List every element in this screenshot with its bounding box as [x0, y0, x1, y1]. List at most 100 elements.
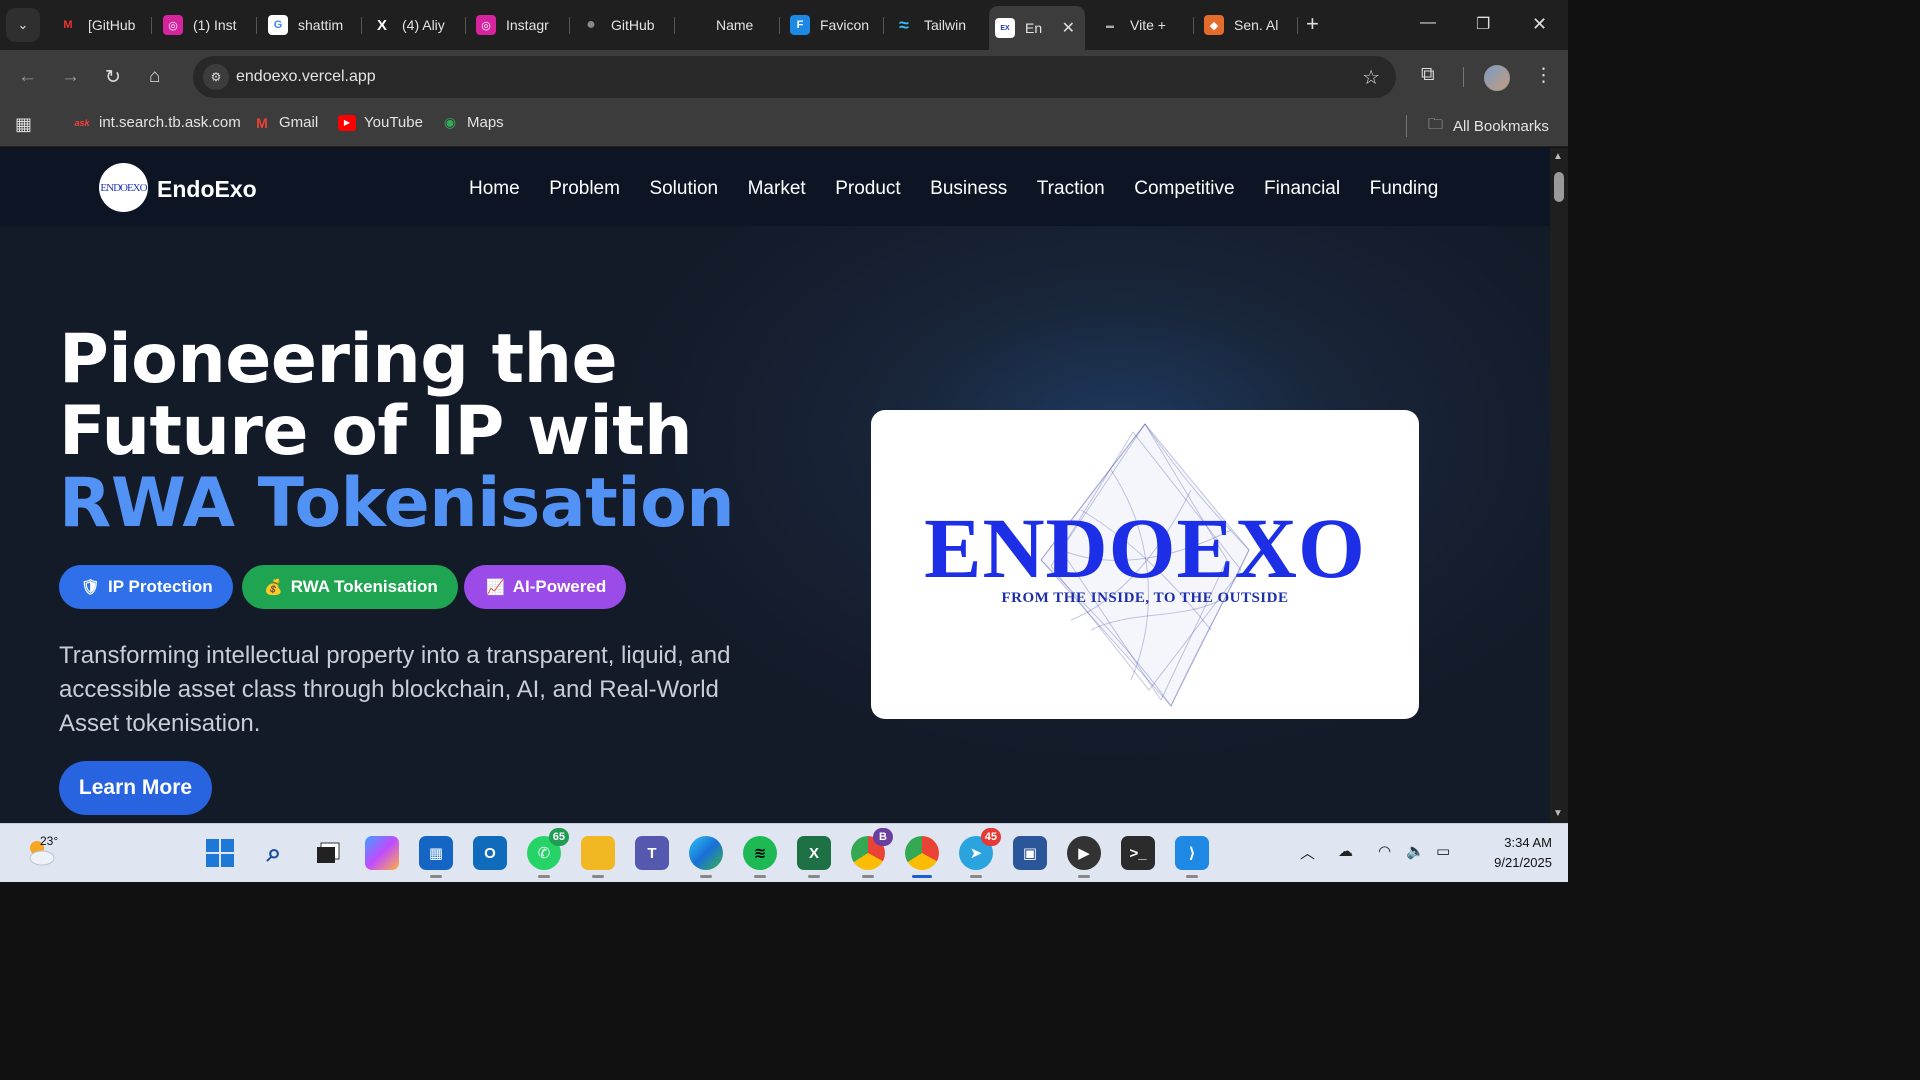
nav-funding[interactable]: Funding [1370, 178, 1439, 200]
tab-google-search[interactable]: G shattim [262, 8, 362, 42]
file-explorer-icon[interactable] [581, 836, 615, 878]
learn-more-button[interactable]: Learn More [59, 761, 212, 815]
pill-label: IP Protection [108, 577, 213, 596]
remote-desktop-icon[interactable]: ▣ [1013, 836, 1047, 870]
tab-x[interactable]: X (4) Aliy [366, 8, 466, 42]
bookmark-maps[interactable]: ◉ Maps [441, 114, 504, 131]
profile-avatar[interactable] [1484, 65, 1510, 91]
whatsapp-icon[interactable]: ✆ 65 [527, 828, 569, 878]
home-icon[interactable]: ⌂ [149, 66, 160, 88]
vscode-icon[interactable]: ⟩ [1175, 836, 1209, 878]
tab-name[interactable]: Name [680, 8, 780, 42]
url-text[interactable]: endoexo.vercel.app [236, 68, 376, 86]
nav-traction[interactable]: Traction [1037, 178, 1105, 200]
spotify-icon[interactable]: ≋ [743, 836, 777, 878]
close-window-icon[interactable]: ✕ [1532, 14, 1547, 35]
nav-problem[interactable]: Problem [549, 178, 620, 200]
tab-label: Tailwin [924, 17, 967, 33]
tailwind-favicon-icon: ≈ [894, 15, 914, 35]
tab-favicon[interactable]: F Favicon [784, 8, 884, 42]
search-icon[interactable]: ⌕ [257, 836, 291, 870]
tab-label: Instagr [506, 17, 549, 33]
tab-instagram-2[interactable]: ◎ Instagr [470, 8, 570, 42]
nav-solution[interactable]: Solution [649, 178, 718, 200]
onedrive-cloud-icon[interactable]: ☁ [1338, 842, 1353, 860]
chrome-active-icon[interactable] [905, 836, 939, 878]
pill-rwa-tokenisation: 💰 RWA Tokenisation [242, 565, 458, 609]
tab-instagram-1[interactable]: ◎ (1) Inst [157, 8, 257, 42]
media-player-icon[interactable]: ▶ [1067, 836, 1101, 878]
volume-icon[interactable]: 🔈 [1406, 842, 1425, 860]
edge-icon[interactable] [689, 836, 723, 878]
tab-tailwind[interactable]: ≈ Tailwin [888, 8, 988, 42]
site-brand[interactable]: EndoExo [157, 176, 257, 203]
copilot-icon[interactable] [365, 836, 399, 870]
tab-label: Sen. Al [1234, 17, 1279, 33]
microsoft-store-icon[interactable]: ▦ [419, 836, 453, 878]
restore-icon[interactable]: ❐ [1476, 14, 1490, 34]
battery-icon[interactable]: ▭ [1436, 842, 1450, 860]
scroll-up-arrow-icon[interactable]: ▲ [1553, 151, 1563, 162]
favicon-generator-icon: F [790, 15, 810, 35]
new-tab-plus-icon[interactable]: + [1306, 13, 1319, 35]
scrollbar-thumb[interactable] [1554, 172, 1564, 202]
forward-arrow-icon[interactable]: → [61, 66, 80, 88]
chevron-down-icon: ⌄ [17, 17, 29, 32]
nav-financial[interactable]: Financial [1264, 178, 1340, 200]
minimize-icon[interactable]: — [1420, 14, 1436, 32]
nav-market[interactable]: Market [748, 178, 806, 200]
telegram-badge: 45 [980, 828, 1001, 846]
telegram-icon[interactable]: ➤ 45 [959, 828, 1001, 878]
excel-icon[interactable]: X [797, 836, 831, 878]
tab-label: En [1025, 20, 1043, 36]
toolbar-divider [1463, 67, 1464, 87]
tab-vite[interactable]: ▬ Vite + [1094, 8, 1194, 42]
windows-start-icon[interactable] [203, 836, 237, 870]
nav-product[interactable]: Product [835, 178, 900, 200]
wifi-icon[interactable]: ◠ [1378, 842, 1391, 860]
bookmark-ask[interactable]: ask int.search.tb.ask.com [73, 114, 240, 131]
close-tab-icon[interactable]: ✕ [1062, 18, 1075, 38]
pill-label: RWA Tokenisation [290, 577, 438, 596]
nav-home[interactable]: Home [469, 178, 520, 200]
scroll-down-arrow-icon[interactable]: ▼ [1553, 808, 1563, 819]
card-wordmark: ENDOEXO [924, 500, 1366, 596]
apps-grid-icon[interactable]: ▦ [15, 114, 32, 135]
tab-sen[interactable]: ◆ Sen. Al [1198, 8, 1298, 42]
bookmark-youtube[interactable]: ▶ YouTube [338, 114, 423, 131]
page-scrollbar[interactable]: ▲ ▼ [1550, 148, 1568, 823]
hero-title: Pioneering the Future of IP with RWA Tok… [59, 324, 735, 540]
tab-label: Vite + [1130, 17, 1166, 33]
reload-icon[interactable]: ↻ [105, 66, 121, 89]
site-settings-icon[interactable]: ⚙ [203, 64, 229, 90]
nav-competitive[interactable]: Competitive [1134, 178, 1234, 200]
site-logo[interactable]: ENDOEXO [99, 163, 148, 212]
tab-github[interactable]: ● GitHub [575, 8, 675, 42]
tab-github-gmail[interactable]: M [GitHub [52, 8, 152, 42]
logo-text: ENDOEXO [100, 181, 147, 194]
tab-search-button[interactable]: ⌄ [6, 8, 40, 42]
pill-label: AI-Powered [512, 577, 607, 596]
tray-chevron-up-icon[interactable]: ︿ [1300, 842, 1315, 863]
address-bar[interactable]: ⚙ endoexo.vercel.app ☆ [193, 56, 1396, 98]
pill-ai-powered: 📈 AI-Powered [464, 565, 627, 609]
menu-kebab-icon[interactable]: ⋮ [1534, 64, 1553, 87]
github-favicon-icon: ● [581, 15, 601, 35]
bookmark-star-icon[interactable]: ☆ [1362, 65, 1380, 90]
nav-business[interactable]: Business [930, 178, 1007, 200]
teams-icon[interactable]: T [635, 836, 669, 870]
shield-icon: 🛡 [81, 579, 101, 596]
system-clock[interactable]: 3:34 AM 9/21/2025 [1472, 833, 1552, 873]
windows-taskbar: 23° ⌕ ▦ O ✆ 65 T ≋ X B ➤ 45 ▣ ▶ >_ ⟩ ︿ ☁… [0, 823, 1568, 882]
task-view-icon[interactable] [311, 836, 345, 870]
back-arrow-icon[interactable]: ← [18, 66, 37, 88]
extensions-puzzle-icon[interactable]: ⧉ [1421, 64, 1435, 86]
bookmark-gmail[interactable]: M Gmail [253, 114, 318, 131]
all-bookmarks-button[interactable]: 🗀 All Bookmarks [1428, 114, 1549, 139]
tab-label: shattim [298, 17, 344, 33]
outlook-icon[interactable]: O [473, 836, 507, 870]
tab-endoexo-active[interactable]: EX En ✕ [989, 6, 1085, 50]
tab-label: (4) Aliy [402, 17, 445, 33]
chrome-profile-icon[interactable]: B [851, 828, 893, 878]
terminal-icon[interactable]: >_ [1121, 836, 1155, 870]
